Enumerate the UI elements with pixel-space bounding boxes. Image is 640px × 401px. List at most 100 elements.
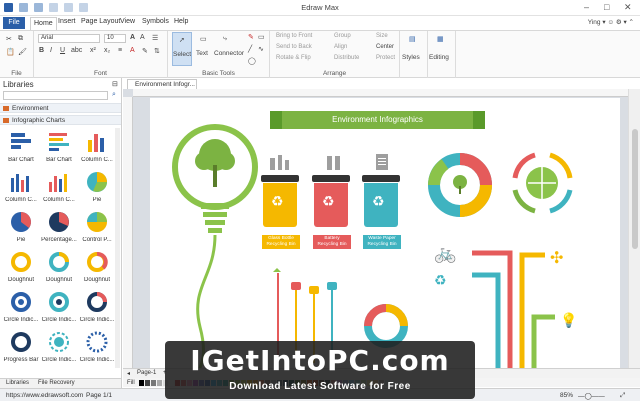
infographic-banner[interactable]: Environment Infographics [270,111,485,129]
subscript-icon[interactable]: x₂ [104,47,110,54]
shape-doughnut[interactable]: Doughnut [2,248,40,288]
italic-icon[interactable]: I [50,47,52,54]
cut-icon[interactable]: ✂ [6,35,12,43]
center-button[interactable]: Center [376,44,394,50]
shape-circle-indicator-4[interactable]: Circle Indic... [40,328,78,368]
shape-bar-chart[interactable]: Bar Chart [2,128,40,168]
ellipse-icon[interactable]: ◯ [248,57,256,65]
tab-help[interactable]: Help [174,18,188,25]
battery-bin[interactable]: ♻ [312,175,350,229]
page-tab[interactable]: Page-1 [137,370,156,376]
waste-paper-bin[interactable]: ♻ [362,175,400,229]
connector-tool-button[interactable]: ⤷ Connector [214,32,244,66]
shape-control-pie[interactable]: Control P... [78,208,116,248]
tree-donut-chart[interactable] [425,150,495,220]
fit-page-icon[interactable]: ⤢ [620,392,625,400]
color-swatch[interactable] [156,379,162,386]
shape-circle-indicator[interactable]: Circle Indic... [2,288,40,328]
shape-circle-indicator-5[interactable]: Circle Indic... [78,328,116,368]
group-button[interactable]: Group [334,33,351,39]
text-direction-icon[interactable]: ⇅ [154,47,160,55]
bullets-icon[interactable]: ☰ [152,34,158,42]
align-icon[interactable]: ≡ [118,47,122,54]
shape-column-chart-2[interactable]: Column C... [2,168,40,208]
first-page-icon[interactable]: ◂ [127,370,130,377]
shape-percentage[interactable]: Percentage... [40,208,78,248]
shape-bar-chart-2[interactable]: Bar Chart [40,128,78,168]
shape-doughnut-3[interactable]: Doughnut [78,248,116,288]
battery-bin-label: Battery Recycling Bin [313,235,351,249]
ribbon-group-styles[interactable]: ▤ Styles [400,31,428,78]
file-menu-button[interactable]: File [3,17,25,29]
ribbon-group-editing[interactable]: ▦ Editing [428,31,456,78]
minimize-icon[interactable]: – [584,2,589,12]
rectangle-icon[interactable]: ▭ [258,33,265,41]
maximize-icon[interactable]: □ [604,2,609,12]
circle-indicator-icon [49,332,69,352]
column-chart-icon [49,174,67,192]
align-button[interactable]: Align [334,44,347,50]
shape-circle-indicator-3[interactable]: Circle Indic... [78,288,116,328]
strikethrough-icon[interactable]: abc [71,47,82,54]
category-infographic-charts[interactable]: Infographic Charts [0,115,121,125]
scrollbar-thumb[interactable] [632,129,638,249]
tab-symbols[interactable]: Symbols [142,18,169,25]
font-size-select[interactable]: 10 [104,34,126,43]
size-button[interactable]: Size [376,33,388,39]
tab-view[interactable]: View [120,18,135,25]
superscript-icon[interactable]: x² [90,47,96,54]
text-tool-button[interactable]: ▭ Text [195,32,213,66]
underline-icon[interactable]: U [60,47,65,54]
close-icon[interactable]: ✕ [624,2,632,13]
libraries-menu-icon[interactable]: ⊟ [112,80,118,88]
color-swatch[interactable] [138,379,144,386]
distribute-button[interactable]: Distribute [334,55,359,61]
paste-icon[interactable]: 📋 [6,48,15,56]
pen-icon[interactable]: ✎ [248,33,254,41]
lightbulb-tree-graphic[interactable] [170,117,265,372]
library-search-input[interactable] [3,91,108,100]
shrink-font-icon[interactable]: A [140,34,145,41]
tab-insert[interactable]: Insert [58,18,76,25]
copy-icon[interactable]: ⧉ [18,35,23,43]
watermark-overlay: IGetIntoPC.com Download Latest Software … [165,341,475,399]
font-color-icon[interactable]: A [130,47,135,54]
line-icon[interactable]: ╱ [248,45,252,53]
color-swatch[interactable] [150,379,156,386]
select-tool-button[interactable]: ➚ Select [172,32,192,66]
vertical-scrollbar[interactable] [628,89,640,368]
tab-page-layout[interactable]: Page Layout [81,18,120,25]
website-link[interactable]: https://www.edrawsoft.com [6,392,83,399]
zoom-slider[interactable]: —◯—— [578,392,605,400]
font-name-select[interactable]: Arial [38,34,100,43]
shape-doughnut-2[interactable]: Doughnut [40,248,78,288]
color-swatch[interactable] [144,379,150,386]
highlight-icon[interactable]: ✎ [142,47,148,55]
rotate-flip-button[interactable]: Rotate & Flip [276,55,311,61]
search-icon[interactable]: ⌕ [112,91,116,99]
tab-home[interactable]: Home [30,17,57,30]
grow-font-icon[interactable]: A [130,34,135,41]
tab-file-recovery[interactable]: File Recovery [38,380,75,386]
bring-to-front-button[interactable]: Bring to Front [276,33,312,39]
user-name: Ying [587,19,601,26]
ribbon-label-font: Font [93,70,107,77]
user-menu[interactable]: Ying ▾ ☺ ⚙ ▾ ⌃ [588,18,634,26]
bold-icon[interactable]: B [39,47,44,54]
format-painter-icon[interactable]: 🖌 [18,48,27,56]
shape-column-chart-3[interactable]: Column C... [40,168,78,208]
glass-bottle-bin[interactable]: ♻ [261,175,299,229]
category-environment[interactable]: Environment [0,103,121,113]
shape-circle-indicator-2[interactable]: Circle Indic... [40,288,78,328]
shape-pie-2[interactable]: Pie [2,208,40,248]
send-to-back-button[interactable]: Send to Back [276,44,312,50]
globe-recycle-graphic[interactable] [505,148,580,218]
shape-column-chart[interactable]: Column C... [78,128,116,168]
shape-progress-bar[interactable]: Progress Bar [2,328,40,368]
protect-button[interactable]: Protect [376,55,395,61]
shape-pie[interactable]: Pie [78,168,116,208]
document-tab[interactable]: Environment Infogr... ✕ [127,79,197,97]
tab-libraries[interactable]: Libraries [6,380,29,386]
curve-icon[interactable]: ∿ [258,45,264,53]
shape-label: Column C... [5,197,37,203]
